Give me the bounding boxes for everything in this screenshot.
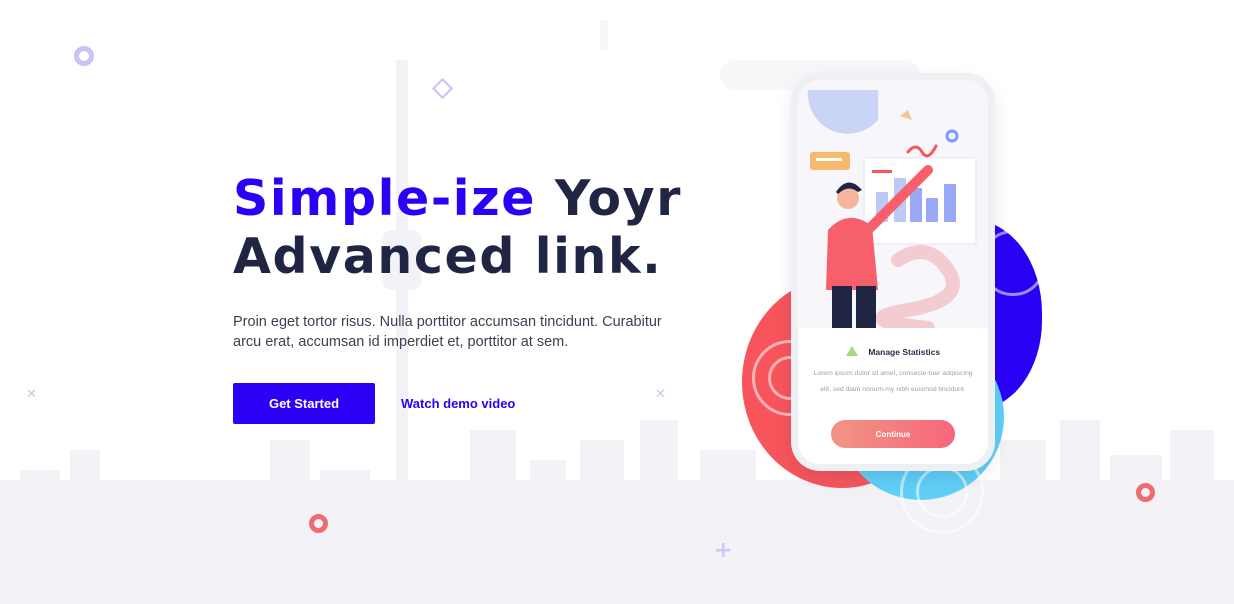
headline-accent: Simple-ize [233,170,537,227]
hero-section: ✕ ✕ + Simple-ize Yoyr Advanced link. Pro… [0,0,1234,604]
diamond-icon [431,77,454,100]
hero-headline: Simple-ize Yoyr Advanced link. [233,170,713,286]
headline-rest: Yoyr [554,170,682,227]
phone-card-header: Manage Statistics [798,342,988,360]
phone-screen-illustration [798,80,988,335]
phone-card-title: Manage Statistics [868,347,941,357]
ripple-ring [916,466,968,518]
ring-icon [74,46,94,66]
phone-mockup: Manage Statistics Lorem ipsum dolor sit … [798,80,988,464]
phone-card-text: Lorem ipsum dolor sit amet, consecte-tue… [813,370,973,393]
hero-content: Simple-ize Yoyr Advanced link. Proin ege… [233,170,713,424]
hero-description: Proin eget tortor risus. Nulla porttitor… [233,314,662,350]
headline-line-1: Simple-ize Yoyr [233,170,713,228]
watch-demo-link[interactable]: Watch demo video [401,396,515,411]
plus-icon: + [714,538,733,563]
cross-icon: ✕ [26,387,37,402]
ring-icon [309,514,328,533]
ring-icon [1136,483,1155,502]
continue-button[interactable]: Continue [831,420,955,448]
presenter-illustration [807,90,977,335]
ripple-ring [980,230,1046,296]
hero-illustration: Manage Statistics Lorem ipsum dolor sit … [730,70,1060,540]
get-started-button[interactable]: Get Started [233,383,375,424]
triangle-icon [845,345,858,356]
cta-row: Get Started Watch demo video [233,383,713,424]
headline-line-2: Advanced link. [233,228,663,285]
